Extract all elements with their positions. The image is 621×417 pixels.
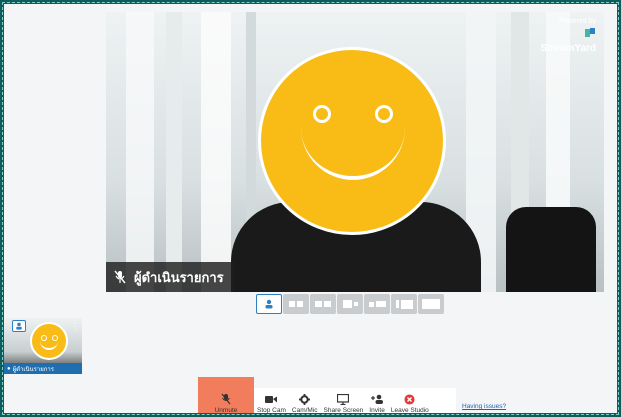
powered-by-text: Powered by <box>559 18 596 25</box>
main-video-stage: Powered by StreamYard ผู้ดำเนินรายการ <box>106 12 604 292</box>
thumbnail-smiley-face <box>30 322 68 360</box>
streamyard-logo-icon <box>585 28 595 37</box>
thumbnail-name: ผู้ดำเนินรายการ <box>12 366 54 373</box>
share-screen-label: Share Screen <box>323 407 364 414</box>
camera-icon <box>265 395 278 403</box>
mic-off-icon <box>221 393 231 405</box>
brand-name: StreamYard <box>540 43 596 54</box>
monitor-icon <box>337 393 350 405</box>
cam-mic-button[interactable]: Cam/Mic <box>289 388 321 417</box>
participant-name: ผู้ดำเนินรายการ <box>134 269 224 285</box>
studio-toolbar: Unmute Stop Cam Cam/Mic Share Screen Inv… <box>198 377 456 417</box>
person-icon <box>265 299 273 309</box>
add-person-icon <box>370 394 383 404</box>
close-circle-icon <box>404 393 415 405</box>
stop-cam-button[interactable]: Stop Cam <box>254 388 289 417</box>
unmute-label: Unmute <box>214 407 238 414</box>
powered-by-badge: Powered by StreamYard <box>540 18 596 55</box>
person-small-icon: ● <box>7 365 11 372</box>
layout-group-button[interactable] <box>283 294 309 314</box>
participant-thumbnail[interactable]: ⋮ ● ผู้ดำเนินรายการ <box>4 318 82 374</box>
thumbnail-add-button[interactable] <box>12 320 26 332</box>
layout-grid-button[interactable] <box>310 294 336 314</box>
chair <box>506 207 596 292</box>
unmute-button[interactable]: Unmute <box>198 377 254 417</box>
cam-mic-label: Cam/Mic <box>291 407 318 414</box>
layout-sidebar-button[interactable] <box>364 294 390 314</box>
invite-label: Invite <box>369 407 385 414</box>
smiley-mouth <box>301 120 405 180</box>
leave-studio-button[interactable]: Leave Studio <box>388 388 432 417</box>
layout-selector <box>256 294 444 314</box>
layout-fullscreen-button[interactable] <box>418 294 444 314</box>
stop-cam-label: Stop Cam <box>257 407 286 414</box>
smiley-face-overlay <box>258 47 446 235</box>
thumbnail-more-icon[interactable]: ⋮ <box>70 320 80 332</box>
leave-studio-label: Leave Studio <box>390 407 429 414</box>
thumbnail-name-label: ● ผู้ดำเนินรายการ <box>4 363 82 374</box>
layout-solo-button[interactable] <box>256 294 282 314</box>
gear-icon <box>299 393 311 405</box>
invite-button[interactable]: Invite <box>366 388 388 417</box>
having-issues-link[interactable]: Having issues? <box>462 403 506 410</box>
person-icon <box>16 322 22 330</box>
mic-off-icon <box>114 270 126 284</box>
participant-name-tag: ผู้ดำเนินรายการ <box>106 262 234 292</box>
layout-leader-button[interactable] <box>337 294 363 314</box>
layout-screen-share-button[interactable] <box>391 294 417 314</box>
share-screen-button[interactable]: Share Screen <box>321 388 367 417</box>
